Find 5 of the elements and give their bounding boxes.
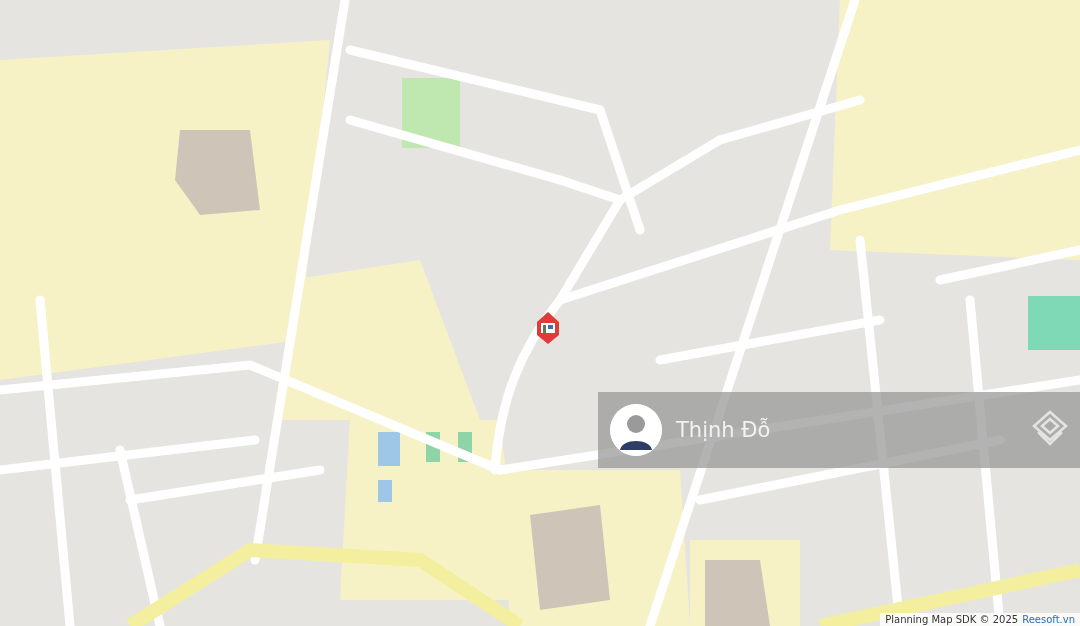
agent-name: Thịnh Đỗ (676, 418, 772, 442)
house-pin-icon[interactable] (536, 311, 560, 345)
attribution-text: Planning Map SDK © 2025 (885, 614, 1019, 625)
attribution-link[interactable]: Reesoft.vn (1022, 614, 1075, 625)
avatar-icon (610, 404, 662, 456)
